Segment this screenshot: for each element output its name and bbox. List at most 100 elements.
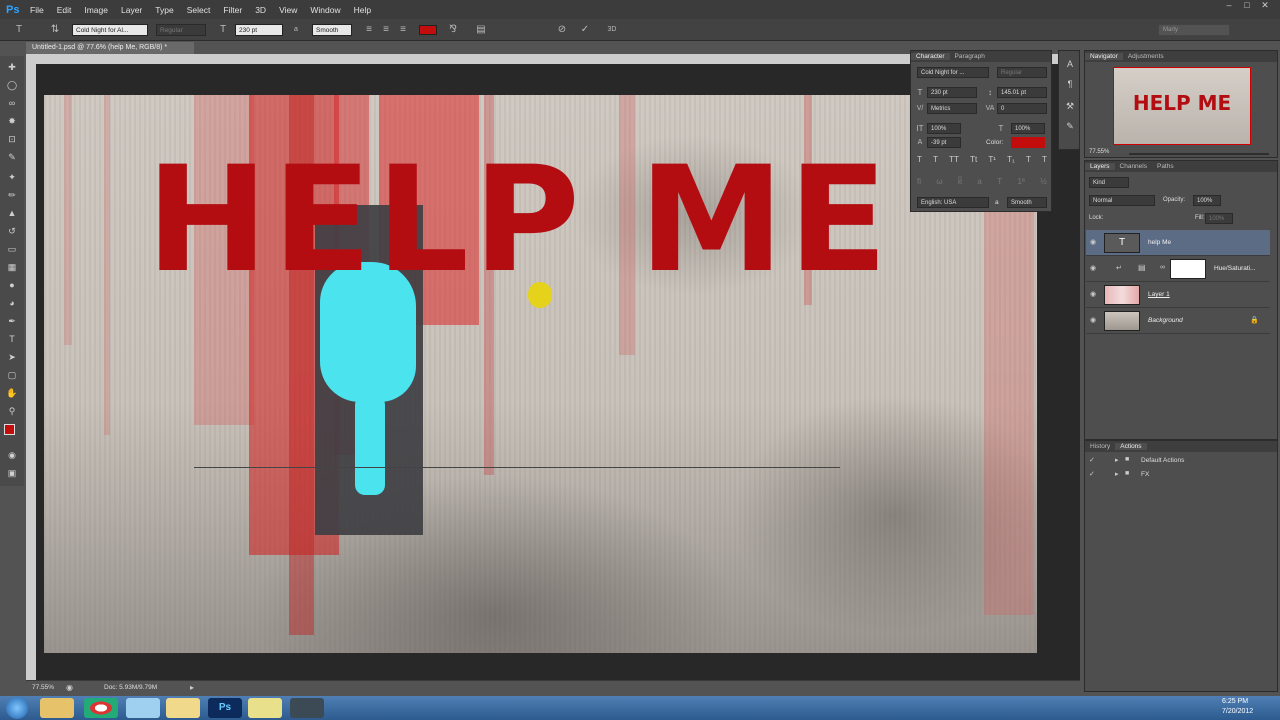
text-color-swatch[interactable] (419, 25, 437, 35)
menu-view[interactable]: View (279, 5, 297, 15)
char-vertical-scale[interactable]: 100% (927, 123, 961, 134)
alternates-icon[interactable]: a (977, 177, 981, 187)
ordinals-icon[interactable]: 1ª (1017, 177, 1024, 187)
font-size-field[interactable]: 230 pt (235, 24, 283, 36)
char-baseline-shift[interactable]: -39 pt (927, 137, 961, 148)
path-select-tool-icon[interactable]: ➤ (4, 350, 20, 364)
restore-icon[interactable]: □ (1238, 0, 1256, 12)
menu-type[interactable]: Type (155, 5, 173, 15)
eye-icon[interactable]: ◉ (1090, 238, 1096, 246)
opacity-field[interactable]: 100% (1193, 195, 1221, 206)
menu-edit[interactable]: Edit (57, 5, 72, 15)
char-font-style[interactable]: Regular (997, 67, 1047, 78)
tool-presets-icon[interactable]: ⚒ (1062, 99, 1078, 113)
lasso-tool-icon[interactable]: ∞ (4, 96, 20, 110)
font-family-select[interactable]: Cold Night for Al... (72, 24, 148, 36)
layer-name[interactable]: help Me (1148, 239, 1171, 246)
tab-history[interactable]: History (1085, 443, 1115, 450)
tab-layers[interactable]: Layers (1085, 163, 1115, 170)
start-button[interactable] (6, 697, 28, 719)
warp-text-icon[interactable]: ⅋ (447, 24, 459, 36)
tab-character[interactable]: Character (911, 53, 950, 60)
layer-row-hue-saturation[interactable]: ◉ ↵ ▤ ∞ Hue/Saturati... (1086, 256, 1270, 282)
crop-tool-icon[interactable]: ⊡ (4, 132, 20, 146)
subscript-icon[interactable]: T₁ (1007, 155, 1015, 164)
clone-stamp-tool-icon[interactable]: ▲ (4, 206, 20, 220)
char-horizontal-scale[interactable]: 100% (1011, 123, 1045, 134)
eyedropper-tool-icon[interactable]: ✎ (4, 150, 20, 164)
menu-file[interactable]: File (30, 5, 44, 15)
antialias-select[interactable]: Smooth (312, 24, 352, 36)
layer-row-help-me[interactable]: ◉ T help Me (1086, 230, 1270, 256)
underline-icon[interactable]: T (1026, 155, 1031, 164)
history-brush-tool-icon[interactable]: ↺ (4, 224, 20, 238)
menu-select[interactable]: Select (187, 5, 211, 15)
char-tracking[interactable]: 0 (997, 103, 1047, 114)
ligature-icon[interactable]: fi (917, 177, 921, 187)
status-info-icon[interactable]: ◉ (66, 683, 73, 692)
tool-taskbar-icon[interactable] (290, 698, 324, 718)
char-leading[interactable]: 145.01 pt (997, 87, 1047, 98)
character-panel-icon[interactable]: A (1062, 57, 1078, 71)
layer-name[interactable]: Hue/Saturati... (1214, 265, 1256, 272)
brush-presets-icon[interactable]: ✎ (1062, 119, 1078, 133)
align-right-icon[interactable]: ≡ (397, 24, 409, 36)
hand-tool-icon[interactable]: ✋ (4, 386, 20, 400)
layer-name[interactable]: Layer 1 (1148, 291, 1170, 298)
tab-actions[interactable]: Actions (1115, 443, 1147, 450)
swash-icon[interactable]: ᥤ (958, 177, 962, 187)
eye-icon[interactable]: ◉ (1090, 316, 1096, 324)
tab-channels[interactable]: Channels (1115, 163, 1152, 170)
gradient-tool-icon[interactable]: ▦ (4, 260, 20, 274)
action-set-default[interactable]: ✓ ▸ ■ Default Actions (1085, 455, 1269, 467)
faux-italic-icon[interactable]: T (933, 155, 938, 164)
char-font-size[interactable]: 230 pt (927, 87, 977, 98)
menu-help[interactable]: Help (354, 5, 371, 15)
type-tool-icon[interactable]: T (4, 332, 20, 346)
layer-row-background[interactable]: ◉ Background 🔒 (1086, 308, 1270, 334)
type-tool-preset-icon[interactable]: T (12, 24, 26, 36)
screen-mode-icon[interactable]: ▣ (4, 466, 20, 480)
blur-tool-icon[interactable]: ● (4, 278, 20, 292)
zoom-tool-icon[interactable]: ⚲ (4, 404, 20, 418)
canvas-text-layer[interactable]: HELP ME (146, 140, 892, 300)
menu-filter[interactable]: Filter (223, 5, 242, 15)
minimize-icon[interactable]: – (1220, 0, 1238, 12)
eraser-tool-icon[interactable]: ▭ (4, 242, 20, 256)
tab-paragraph[interactable]: Paragraph (950, 53, 990, 60)
tab-adjustments[interactable]: Adjustments (1123, 53, 1169, 60)
3d-icon[interactable]: 3D (603, 24, 621, 36)
font-style-select[interactable]: Regular (156, 24, 206, 36)
layer-name[interactable]: Background (1148, 317, 1183, 324)
notes-taskbar-icon[interactable] (248, 698, 282, 718)
folder-taskbar-icon[interactable] (166, 698, 200, 718)
align-center-icon[interactable]: ≡ (380, 24, 392, 36)
blend-mode-select[interactable]: Normal (1089, 195, 1155, 206)
eye-icon[interactable]: ◉ (1090, 264, 1096, 272)
char-antialias-select[interactable]: Smooth (1007, 197, 1047, 208)
menu-image[interactable]: Image (84, 5, 108, 15)
layer-filter-kind[interactable]: Kind (1089, 177, 1129, 188)
brush-tool-icon[interactable]: ✏ (4, 188, 20, 202)
paragraph-panel-icon[interactable]: ¶ (1062, 77, 1078, 91)
discretionary-icon[interactable]: ω (936, 177, 942, 187)
fractions-icon[interactable]: ½ (1040, 177, 1047, 187)
titling-icon[interactable]: T (997, 177, 1002, 187)
faux-bold-icon[interactable]: T (917, 155, 922, 164)
close-icon[interactable]: ✕ (1256, 0, 1274, 12)
small-caps-icon[interactable]: Tt (970, 155, 977, 164)
expand-arrow-icon[interactable]: ▸ (1115, 456, 1119, 464)
workspace-user-field[interactable]: Marty (1158, 24, 1230, 36)
move-tool-icon[interactable]: ✚ (4, 60, 20, 74)
eye-icon[interactable]: ◉ (1090, 290, 1096, 298)
dodge-tool-icon[interactable]: ◕ (4, 296, 20, 310)
char-color-swatch[interactable] (1011, 137, 1045, 148)
tab-navigator[interactable]: Navigator (1085, 53, 1123, 60)
navigator-zoom[interactable]: 77.55% (1089, 149, 1109, 155)
explorer-taskbar-icon[interactable] (40, 698, 74, 718)
expand-arrow-icon[interactable]: ▸ (1115, 470, 1119, 478)
zoom-level[interactable]: 77.55% (32, 684, 54, 691)
all-caps-icon[interactable]: TT (949, 155, 959, 164)
superscript-icon[interactable]: T¹ (988, 155, 996, 164)
check-icon[interactable]: ✓ (1089, 456, 1095, 464)
